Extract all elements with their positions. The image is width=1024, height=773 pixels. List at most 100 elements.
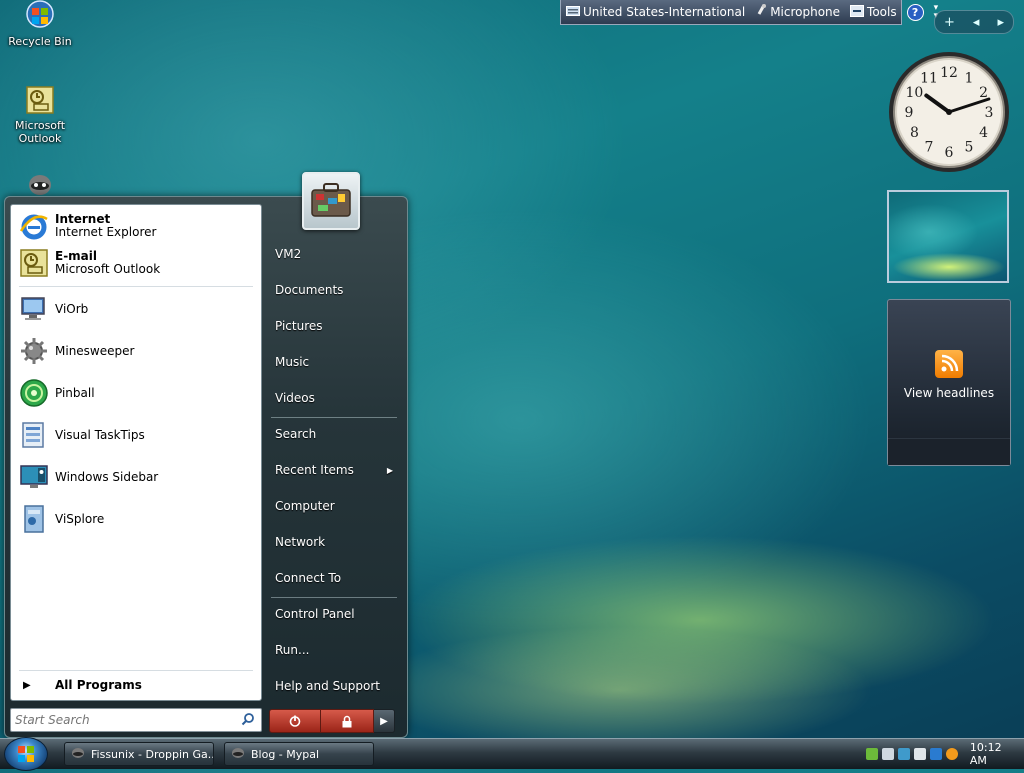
clock-numeral: 3 <box>985 105 994 121</box>
places-item-label: Run... <box>275 643 310 657</box>
clock-numeral: 1 <box>965 70 974 86</box>
places-separator <box>271 597 397 598</box>
previous-gadgets-button[interactable]: ◂ <box>973 15 980 30</box>
suitcase-icon <box>311 183 351 217</box>
recycle-bin-label: Recycle Bin <box>8 35 72 48</box>
places-item-label: Pictures <box>275 319 323 333</box>
places-item-computer[interactable]: Computer <box>275 493 399 519</box>
taskbar-button-fissunix[interactable]: Fissunix - Droppin Ga... <box>64 742 214 766</box>
app-tray-icon[interactable] <box>913 748 926 760</box>
start-search-box[interactable] <box>10 708 262 732</box>
places-item-label: Network <box>275 535 326 549</box>
tools-button[interactable]: Tools <box>845 4 902 20</box>
slideshow-gadget[interactable] <box>887 190 1009 283</box>
start-button[interactable] <box>4 737 48 771</box>
clock-numeral: 12 <box>940 65 958 81</box>
outlook-desktop-icon[interactable]: Microsoft Outlook <box>1 84 79 145</box>
start-search-input[interactable] <box>11 712 241 728</box>
language-label: United States-International <box>583 5 746 19</box>
browser-app-icon <box>71 747 85 762</box>
tools-icon <box>850 4 865 20</box>
places-item-pictures[interactable]: Pictures <box>275 313 399 339</box>
monitor-tray-icon[interactable] <box>881 748 894 760</box>
language-bar: United States-International Microphone T… <box>560 0 938 25</box>
feed-headlines-gadget[interactable]: View headlines <box>887 299 1011 466</box>
keyboard-icon <box>566 5 580 19</box>
places-item-label: Connect To <box>275 571 342 585</box>
recent-item-minesweeper[interactable]: Minesweeper <box>15 331 257 371</box>
recycle-bin-desktop-icon[interactable]: Recycle Bin <box>1 0 79 48</box>
pinned-internet-subtitle: Internet Explorer <box>55 225 157 239</box>
recent-item-windows-sidebar[interactable]: Windows Sidebar <box>15 457 257 497</box>
microphone-button[interactable]: Microphone <box>750 3 845 21</box>
recent-item-label: Pinball <box>55 386 95 400</box>
places-item-recent-items[interactable]: Recent Items ▶ <box>275 457 399 483</box>
lock-icon <box>342 715 352 727</box>
search-tray-icon[interactable] <box>945 748 958 760</box>
browser-app-icon <box>231 747 245 762</box>
clock-numeral: 7 <box>925 140 934 156</box>
windows-logo-icon <box>18 746 34 762</box>
power-icon <box>289 715 301 727</box>
help-icon: ? <box>906 3 924 21</box>
internet-explorer-icon <box>19 211 49 241</box>
raccoon-icon <box>29 175 51 195</box>
all-programs-separator <box>19 670 253 671</box>
places-item-search[interactable]: Search <box>275 421 399 447</box>
language-selector[interactable]: United States-International <box>561 5 750 19</box>
monitor-icon <box>19 294 49 324</box>
recent-item-visplore[interactable]: ViSplore <box>15 499 257 539</box>
next-gadgets-button[interactable]: ▸ <box>997 15 1004 30</box>
power-controls: ▶ <box>269 709 395 733</box>
places-item-videos[interactable]: Videos <box>275 385 399 411</box>
places-item-help-and-support[interactable]: Help and Support <box>275 673 399 699</box>
window-list-icon <box>19 420 49 450</box>
network-tray-icon[interactable] <box>866 748 878 760</box>
places-item-label: Help and Support <box>275 679 380 693</box>
view-headlines-label[interactable]: View headlines <box>888 386 1010 400</box>
places-item-network[interactable]: Network <box>275 529 399 555</box>
pinned-internet[interactable]: Internet Internet Explorer <box>15 207 257 245</box>
places-item-documents[interactable]: Documents <box>275 277 399 303</box>
all-programs-button[interactable]: ▶ All Programs <box>19 675 253 695</box>
pinball-icon <box>19 378 49 408</box>
clock-gadget[interactable]: 1 2 3 4 5 6 7 8 9 10 11 12 <box>887 50 1011 174</box>
recent-item-visual-tasktips[interactable]: Visual TaskTips <box>15 415 257 455</box>
user-picture[interactable] <box>302 172 360 230</box>
notification-area: 10:12 AM <box>866 741 1022 767</box>
shutdown-options-arrow-button[interactable]: ▶ <box>374 709 395 733</box>
places-item-control-panel[interactable]: Control Panel <box>275 601 399 627</box>
places-item-label: Recent Items <box>275 463 354 477</box>
triangle-right-icon: ▶ <box>23 679 31 691</box>
add-gadget-button[interactable]: + <box>944 15 955 30</box>
sidebar-tray-icon[interactable] <box>897 748 910 760</box>
raccoon-desktop-icon[interactable] <box>24 167 56 195</box>
places-item-connect-to[interactable]: Connect To <box>275 565 399 591</box>
places-item-run[interactable]: Run... <box>275 637 399 663</box>
places-item-label: Music <box>275 355 310 369</box>
places-item-vm2[interactable]: VM2 <box>275 241 399 267</box>
taskbar-button-label: Blog - Mypal <box>251 747 320 761</box>
places-item-label: Documents <box>275 283 344 297</box>
clock-numeral: 11 <box>920 70 938 86</box>
recent-item-label: ViOrb <box>55 302 89 316</box>
text-tray-icon[interactable] <box>929 748 942 760</box>
power-button[interactable] <box>269 709 321 733</box>
feed-footer <box>888 438 1010 465</box>
submenu-arrow-icon: ▶ <box>386 465 393 475</box>
taskbar: Fissunix - Droppin Ga... Blog - Mypal 10… <box>0 737 1024 771</box>
clock-numeral: 5 <box>965 140 974 156</box>
lock-button[interactable] <box>321 709 374 733</box>
help-button[interactable]: ? <box>902 3 929 21</box>
taskbar-button-blog-mypal[interactable]: Blog - Mypal <box>224 742 374 766</box>
pinned-email[interactable]: E-mail Microsoft Outlook <box>15 244 257 282</box>
recent-item-pinball[interactable]: Pinball <box>15 373 257 413</box>
mine-icon <box>19 336 49 366</box>
places-item-music[interactable]: Music <box>275 349 399 375</box>
search-icon[interactable] <box>241 712 261 729</box>
recent-item-label: Visual TaskTips <box>55 428 145 442</box>
start-menu-programs-pane: Internet Internet Explorer E-mail Micros… <box>10 204 262 701</box>
places-item-label: Computer <box>275 499 335 513</box>
recent-item-viorb[interactable]: ViOrb <box>15 289 257 329</box>
clock-time[interactable]: 10:12 AM <box>970 741 1022 767</box>
